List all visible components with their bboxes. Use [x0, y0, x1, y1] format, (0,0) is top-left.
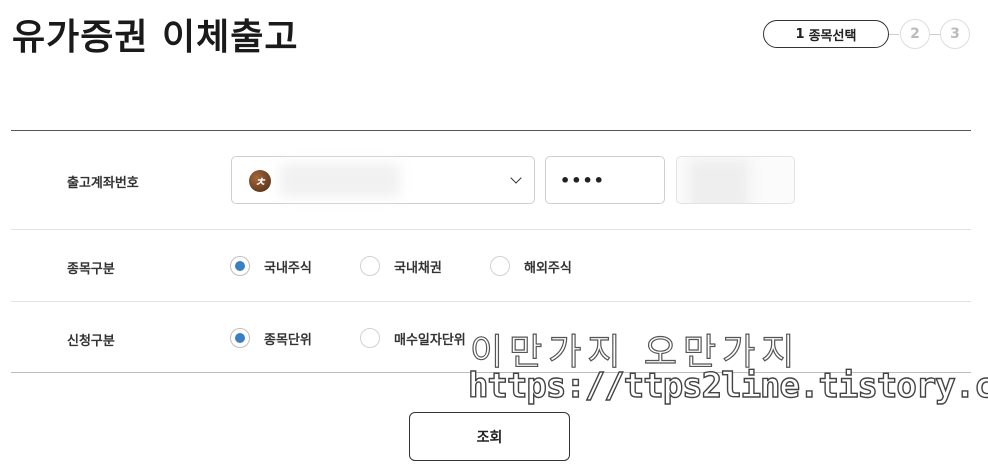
stepper: 1 종목선택 2 3: [763, 19, 970, 49]
row-divider: [11, 301, 971, 302]
radio-selected-icon: [230, 256, 250, 276]
bank-logo-icon: ㅊ: [249, 170, 271, 192]
radio-unselected-icon: [360, 256, 380, 276]
account-holder-field: [676, 156, 795, 204]
step-1-active: 1 종목선택: [763, 20, 889, 48]
watermark-url: https://ttps2line.tistory.com: [467, 365, 988, 406]
step-1-label: 종목선택: [808, 28, 857, 44]
radio-domestic-stock[interactable]: 국내주식: [230, 256, 312, 276]
chevron-down-icon: [512, 172, 520, 182]
radio-per-purchase-date[interactable]: 매수일자단위: [360, 328, 466, 348]
radio-label: 국내채권: [394, 260, 442, 276]
radio-per-item[interactable]: 종목단위: [230, 328, 312, 348]
account-label: 출고계좌번호: [67, 176, 139, 191]
page-title: 유가증권 이체출고: [12, 17, 299, 58]
step-1-number: 1: [795, 26, 805, 42]
account-password-input[interactable]: ••••: [545, 156, 665, 204]
account-number-redacted: [280, 163, 400, 197]
radio-label: 국내주식: [264, 260, 312, 276]
radio-label: 매수일자단위: [394, 332, 466, 348]
request-type-label: 신청구분: [67, 334, 115, 349]
radio-label: 종목단위: [264, 332, 312, 348]
form-top-divider: [11, 130, 971, 131]
item-type-label: 종목구분: [67, 262, 115, 277]
step-connector: [930, 33, 940, 35]
radio-domestic-bond[interactable]: 국내채권: [360, 256, 442, 276]
account-holder-redacted: [689, 159, 749, 203]
radio-unselected-icon: [360, 328, 380, 348]
radio-unselected-icon: [490, 256, 510, 276]
row-divider: [11, 229, 971, 230]
radio-selected-icon: [230, 328, 250, 348]
account-select[interactable]: ㅊ: [231, 156, 535, 204]
radio-foreign-stock[interactable]: 해외주식: [490, 256, 572, 276]
step-2: 2: [900, 19, 930, 49]
step-connector: [889, 33, 899, 35]
search-button[interactable]: 조회: [409, 412, 570, 461]
step-3: 3: [940, 19, 970, 49]
radio-label: 해외주식: [524, 260, 572, 276]
